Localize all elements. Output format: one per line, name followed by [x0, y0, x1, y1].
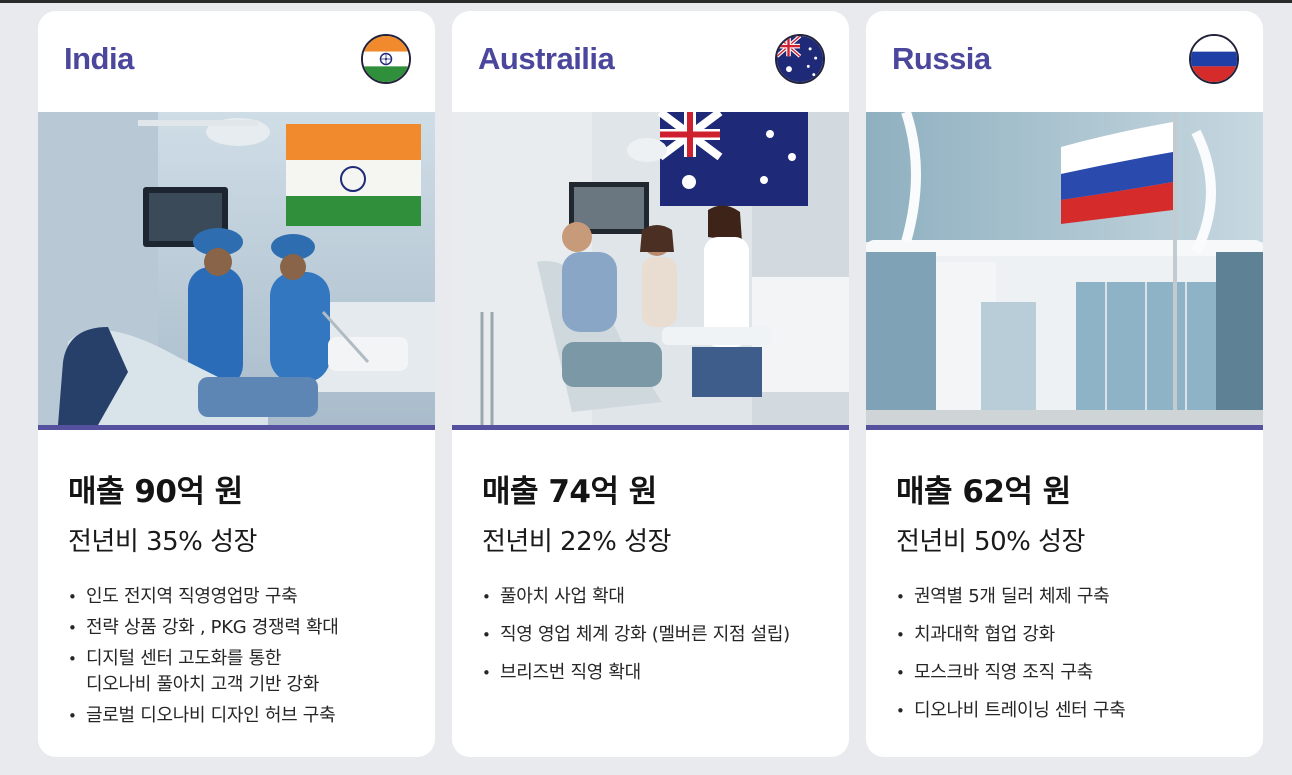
sales-figure: 매출 74억 원 — [482, 474, 657, 510]
card-india: India 매출 90억 원 전년비 35% 성장 • 인도 전지역 직영영업망… — [38, 11, 435, 757]
growth-rate: 전년비 35% 성장 — [68, 527, 257, 557]
list-item: 디지털 센터 고도화를 통한 디오나비 풀아치 고객 기반 강화 — [68, 646, 435, 698]
bullet-list: 풀아치 사업 확대 직영 영업 체계 강화 (멜버른 지점 설립) 브리즈번 직… — [482, 584, 849, 686]
country-title: India — [64, 41, 134, 76]
office-building-russia-photo — [866, 112, 1263, 430]
growth-rate: 전년비 22% 성장 — [482, 527, 671, 557]
list-item: 디오나비 트레이닝 센터 구축 — [896, 698, 1263, 724]
india-flag-icon — [361, 34, 411, 84]
list-item: 인도 전지역 직영영업망 구축 — [68, 584, 435, 610]
list-item: 직영 영업 체계 강화 (멜버른 지점 설립) — [482, 622, 849, 648]
top-border-line — [0, 0, 1292, 3]
card-header: Russia — [866, 11, 1263, 112]
list-item: 풀아치 사업 확대 — [482, 584, 849, 610]
photo-accent-bar — [452, 425, 849, 430]
country-title: Austrailia — [478, 41, 615, 76]
card-russia: Russia 매출 62억 원 전년비 50% 성장 • 권역별 5개 딜러 체… — [866, 11, 1263, 757]
list-item: 모스크바 직영 조직 구축 — [896, 660, 1263, 686]
sales-figure: 매출 90억 원 — [68, 474, 243, 510]
bullet-list: 권역별 5개 딜러 체제 구축 치과대학 협업 강화 모스크바 직영 조직 구축… — [896, 584, 1263, 724]
card-australia: Austrailia 매출 74억 원 전년비 22% 성장 • 풀아치 사업 … — [452, 11, 849, 757]
country-title: Russia — [892, 41, 991, 76]
sales-figure: 매출 62억 원 — [896, 474, 1071, 510]
country-cards: India 매출 90억 원 전년비 35% 성장 • 인도 전지역 직영영업망… — [38, 11, 1263, 757]
photo-accent-bar — [38, 425, 435, 430]
metrics: 매출 74억 원 전년비 22% 성장 풀아치 사업 확대 직영 영업 체계 강… — [452, 430, 849, 686]
card-header: India — [38, 11, 435, 112]
metrics: 매출 62억 원 전년비 50% 성장 권역별 5개 딜러 체제 구축 치과대학… — [866, 430, 1263, 724]
list-item: 권역별 5개 딜러 체제 구축 — [896, 584, 1263, 610]
photo-accent-bar — [866, 425, 1263, 430]
list-item: 치과대학 협업 강화 — [896, 622, 1263, 648]
list-item: 브리즈번 직영 확대 — [482, 660, 849, 686]
russia-flag-icon — [1189, 34, 1239, 84]
metrics: 매출 90억 원 전년비 35% 성장 인도 전지역 직영영업망 구축 전략 상… — [38, 430, 435, 729]
card-header: Austrailia — [452, 11, 849, 112]
dental-clinic-india-photo — [38, 112, 435, 430]
list-item: 글로벌 디오나비 디자인 허브 구축 — [68, 703, 435, 729]
bullet-list: 인도 전지역 직영영업망 구축 전략 상품 강화 , PKG 경쟁력 확대 디지… — [68, 584, 435, 729]
growth-rate: 전년비 50% 성장 — [896, 527, 1085, 557]
australia-flag-icon — [775, 34, 825, 84]
dental-clinic-australia-photo — [452, 112, 849, 430]
list-item: 전략 상품 강화 , PKG 경쟁력 확대 — [68, 615, 435, 641]
